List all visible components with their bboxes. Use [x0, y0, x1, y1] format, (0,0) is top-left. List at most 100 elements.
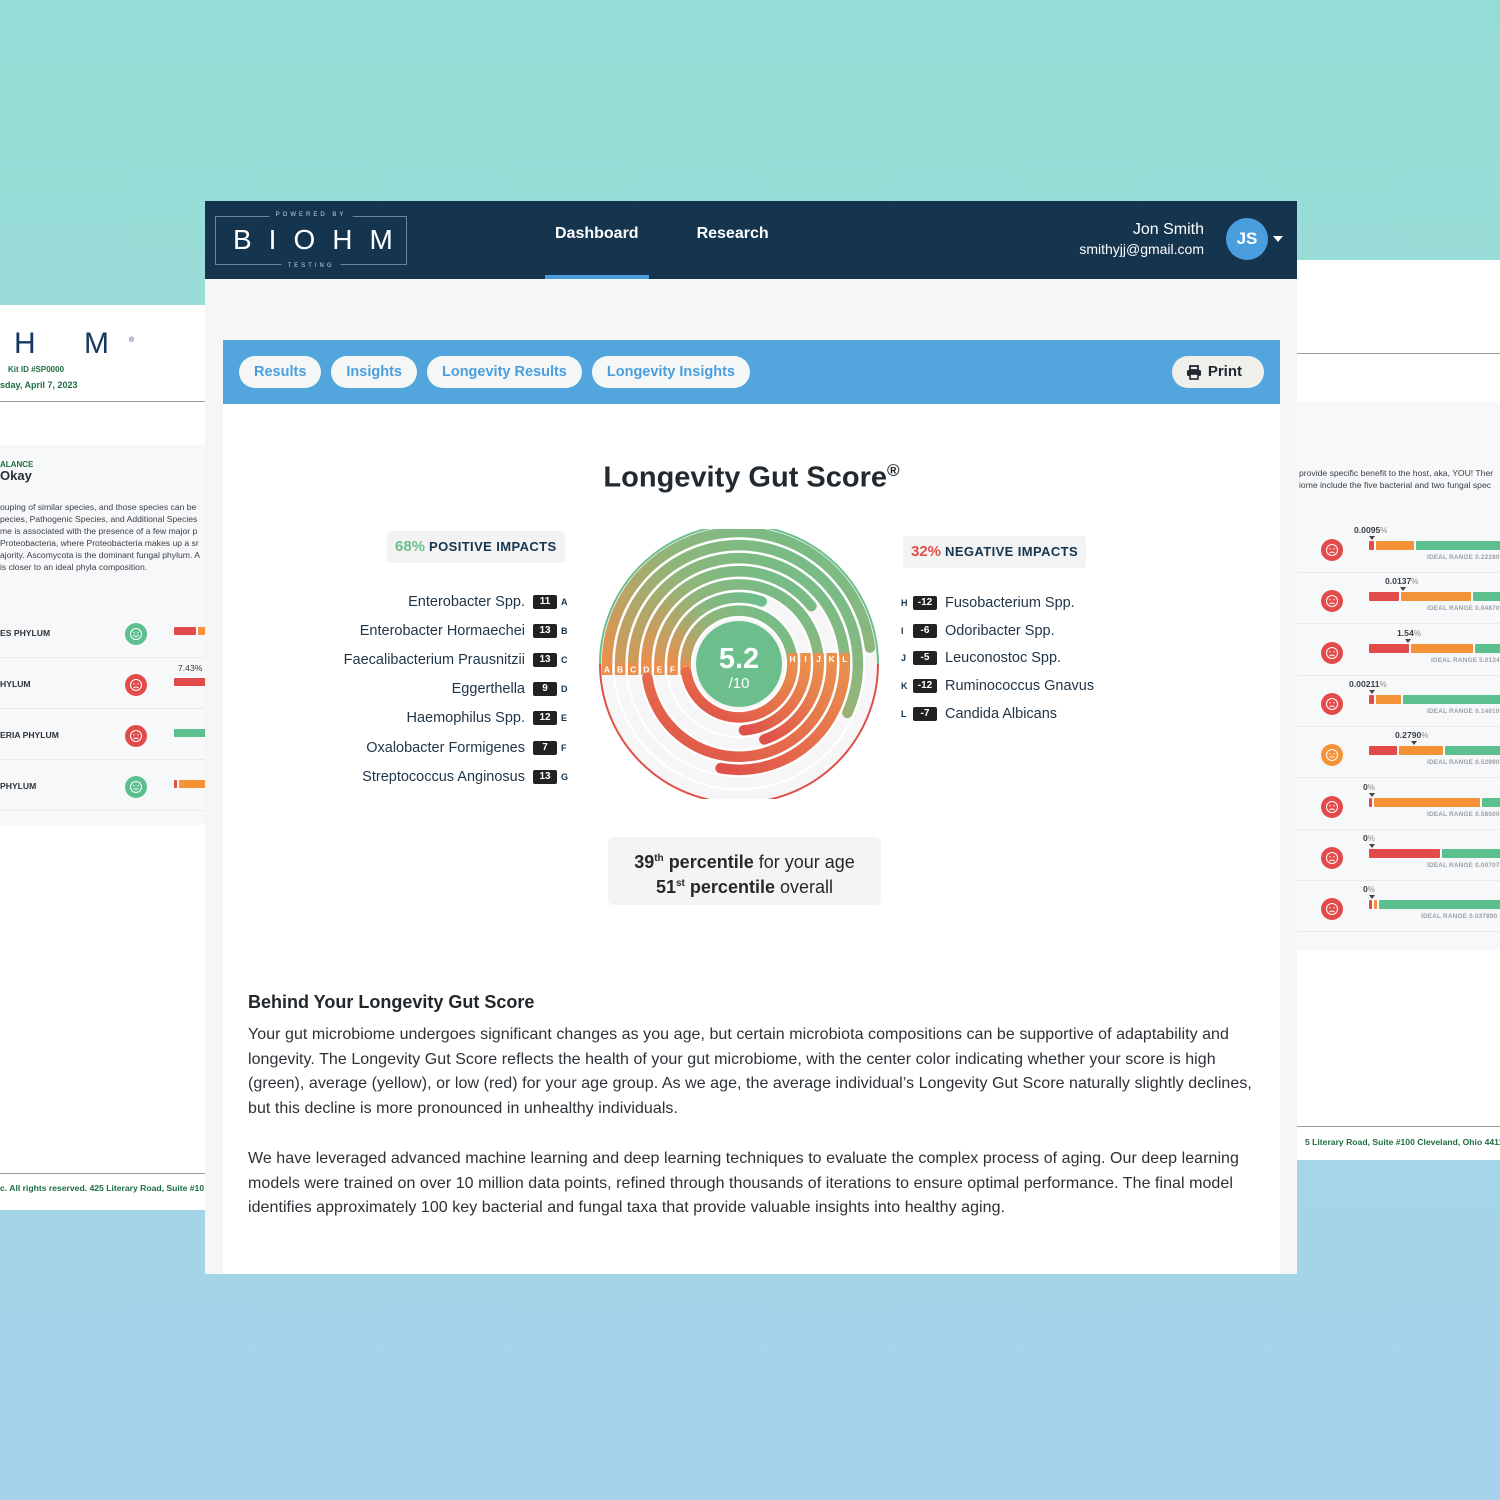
ideal-range: IDEAL RANGE 0.529900: [1427, 759, 1500, 767]
range-bar: [1369, 694, 1500, 704]
taxon-name: Oxalobacter Formigenes: [366, 739, 525, 756]
positive-impact-item: Enterobacter Hormaechei 13 B: [323, 616, 573, 645]
sad-face-icon: [125, 674, 147, 696]
negative-impact-item: L -7 Candida Albicans: [901, 700, 1141, 728]
phylum-row: 7.43% HYLUM: [0, 658, 205, 709]
range-bar: [174, 678, 205, 686]
abundance-value: 0.00211%: [1349, 678, 1387, 689]
taxon-name: Eggerthella: [451, 681, 525, 698]
sad-face-icon: [1321, 846, 1343, 869]
marker-icon: [1369, 843, 1375, 848]
longevity-results-panel: Results Insights Longevity Results Longe…: [223, 340, 1280, 1274]
sad-face-icon: [1321, 590, 1343, 613]
marker-icon: [1405, 638, 1411, 643]
positive-impacts-badge: 68% POSITIVE IMPACTS: [387, 531, 565, 563]
taxon-name: Haemophilus Spp.: [406, 710, 526, 727]
tab-longevity-results[interactable]: Longevity Results: [426, 356, 582, 388]
negative-impact-item: K -12 Ruminococcus Gnavus: [901, 672, 1141, 700]
divider: [0, 1173, 205, 1174]
biohm-logo[interactable]: POWERED BY BIOHM TESTING: [215, 212, 407, 269]
positive-impact-item: Enterobacter Spp. 11 A: [323, 587, 573, 616]
taxon-name: Enterobacter Spp.: [408, 593, 525, 610]
ring-letter: I: [901, 625, 904, 636]
ideal-range: IDEAL RANGE 0.048700: [1427, 605, 1500, 613]
sad-face-icon: [1321, 692, 1343, 715]
divider: [0, 401, 205, 402]
ring-letter-label: J: [816, 654, 821, 664]
neutral-face-icon: [1321, 744, 1343, 767]
range-bar: [1369, 592, 1500, 602]
percentile-summary: 39th percentile for your age 51st percen…: [608, 837, 881, 905]
report-logo: H M®: [14, 327, 135, 360]
page-title: Longevity Gut Score®: [603, 461, 900, 494]
negative-impact-item: I -6 Odoribacter Spp.: [901, 617, 1141, 645]
abundance-value: 0%: [1363, 884, 1375, 895]
ring-letter-label: I: [804, 654, 806, 664]
impact-value-badge: 13: [533, 623, 557, 638]
score-value: 5.2: [719, 643, 759, 675]
ideal-range: IDEAL RANGE 0.140100: [1427, 707, 1500, 715]
range-bar: [1369, 900, 1500, 910]
impact-value-badge: -12: [913, 678, 937, 693]
tab-longevity-insights[interactable]: Longevity Insights: [591, 356, 750, 388]
range-bar: [174, 780, 205, 788]
marker-icon: [1369, 689, 1375, 694]
ring-letter-label: H: [789, 654, 795, 664]
tab-insights[interactable]: Insights: [331, 356, 417, 388]
ring-letter-label: L: [842, 654, 847, 664]
positive-impacts-list: Enterobacter Spp. 11 A Enterobacter Hormaec…: [323, 587, 573, 791]
ring-letter-label: C: [630, 665, 636, 675]
tab-results[interactable]: Results: [239, 356, 322, 388]
impact-value-badge: 13: [533, 652, 557, 667]
sad-face-icon: [1321, 641, 1343, 664]
balance-value: Okay: [0, 468, 32, 483]
ring-letter: K: [901, 680, 908, 691]
sad-face-icon: [1321, 795, 1343, 818]
impact-value-badge: -12: [913, 595, 937, 610]
negative-impacts-list: H -12 Fusobacterium Spp. I -6 Odoribacter Spp…: [901, 589, 1141, 727]
marker-icon: [1411, 741, 1417, 746]
top-navigation-bar: POWERED BY BIOHM TESTING Dashboard Resea…: [205, 201, 1297, 279]
ring-letter: C: [561, 654, 568, 665]
user-menu[interactable]: Jon Smith smithyjj@gmail.com JS: [1079, 218, 1283, 260]
ring-letter: L: [901, 708, 907, 719]
kit-id: Kit ID #SP0000: [8, 365, 65, 374]
range-bar: [174, 627, 205, 635]
marker-icon: [1369, 895, 1375, 900]
marker-icon: [1369, 792, 1375, 797]
ideal-range: IDEAL RANGE 0.007078: [1427, 861, 1500, 869]
range-bar: [1369, 746, 1500, 756]
print-label: Print: [1207, 363, 1242, 380]
print-button[interactable]: Print: [1171, 356, 1264, 388]
impact-value-badge: -5: [913, 651, 937, 666]
range-bar: [1369, 797, 1500, 807]
sad-face-icon: [1321, 898, 1343, 921]
taxon-name: Streptococcus Anginosus: [362, 768, 525, 785]
report-footer: c. All rights reserved. 425 Literary Roa…: [0, 1183, 205, 1193]
species-row: 0.00211% IDEAL RANGE 0.140100: [1297, 676, 1500, 727]
species-row: 0.0137% IDEAL RANGE 0.048700: [1297, 573, 1500, 625]
range-bar: [1369, 848, 1500, 858]
species-description: provide specific benefit to the host, ak…: [1299, 468, 1494, 490]
negative-impact-item: H -12 Fusobacterium Spp.: [901, 589, 1141, 617]
marker-icon: [1400, 587, 1406, 592]
taxon-name: Faecalibacterium Prausnitzii: [343, 651, 525, 668]
impact-value-badge: 11: [533, 594, 557, 609]
abundance-value: 0.0095%: [1354, 525, 1388, 535]
section-heading: Behind Your Longevity Gut Score: [248, 992, 535, 1012]
positive-impact-item: Eggerthella 9 D: [323, 675, 573, 704]
ideal-range: IDEAL RANGE 0.585000: [1427, 810, 1500, 818]
avatar[interactable]: JS: [1226, 218, 1268, 260]
ring-letter-label: E: [657, 665, 663, 675]
ring-letter-label: B: [617, 665, 623, 675]
nav-research[interactable]: Research: [687, 201, 779, 279]
chevron-down-icon[interactable]: [1273, 236, 1283, 242]
report-footer: 5 Literary Road, Suite #100 Cleveland, O…: [1305, 1137, 1500, 1147]
nav-dashboard[interactable]: Dashboard: [545, 201, 649, 279]
behind-score-section: Behind Your Longevity Gut Score Your gut…: [248, 992, 1268, 1246]
impact-value-badge: 7: [533, 740, 557, 755]
longevity-score-radial-chart: A B C D E F GH I J K L5.2/10: [599, 529, 879, 799]
taxon-name: Fusobacterium Spp.: [945, 594, 1075, 611]
taxon-name: Candida Albicans: [945, 705, 1058, 722]
phylum-row: ES PHYLUM: [0, 607, 205, 658]
